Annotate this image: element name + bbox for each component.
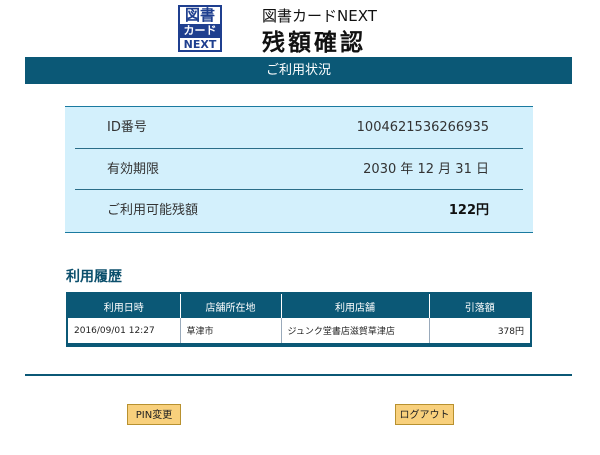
cell-amount: 378円 (428, 318, 530, 343)
cell-store: ジュンク堂書店滋賀草津店 (280, 318, 429, 343)
history-table-frame: 利用日時 店舗所在地 利用店舗 引落額 2016/09/01 12:27 草津市… (66, 292, 532, 347)
expiry-value: 2030 年 12 月 31 日 (363, 162, 489, 177)
page-title: 残額確認 (262, 30, 366, 56)
history-title: 利用履歴 (66, 269, 122, 285)
id-label: ID番号 (107, 120, 147, 135)
logo-text-line3: NEXT (183, 38, 217, 51)
pin-change-button[interactable]: PIN変更 (127, 404, 181, 425)
column-header-amount: 引落額 (428, 294, 530, 318)
id-row: ID番号 1004621536266935 (75, 107, 523, 148)
logo-text-line2: カード (180, 24, 220, 38)
cell-location: 草津市 (179, 318, 281, 343)
footer-divider (25, 374, 572, 376)
expiry-row: 有効期限 2030 年 12 月 31 日 (75, 148, 523, 190)
column-header-location: 店舗所在地 (179, 294, 281, 318)
card-info-box: ID番号 1004621536266935 有効期限 2030 年 12 月 3… (65, 106, 533, 233)
logout-button[interactable]: ログアウト (395, 404, 454, 425)
history-header-row: 利用日時 店舗所在地 利用店舗 引落額 (68, 294, 530, 318)
cell-datetime: 2016/09/01 12:27 (68, 318, 180, 343)
balance-value: 122円 (448, 203, 489, 218)
id-value: 1004621536266935 (356, 120, 489, 135)
logo-text-line1: 図書 (184, 6, 215, 24)
column-header-store: 利用店舗 (280, 294, 429, 318)
balance-row: ご利用可能残額 122円 (75, 189, 523, 231)
balance-label: ご利用可能残額 (107, 203, 199, 218)
table-row: 2016/09/01 12:27 草津市 ジュンク堂書店滋賀草津店 378円 (68, 318, 530, 343)
column-header-datetime: 利用日時 (68, 294, 180, 318)
expiry-label: 有効期限 (107, 162, 160, 177)
card-logo: 図書 カード NEXT (178, 5, 222, 52)
history-table: 利用日時 店舗所在地 利用店舗 引落額 2016/09/01 12:27 草津市… (68, 294, 530, 343)
usage-status-band: ご利用状況 (25, 57, 572, 84)
